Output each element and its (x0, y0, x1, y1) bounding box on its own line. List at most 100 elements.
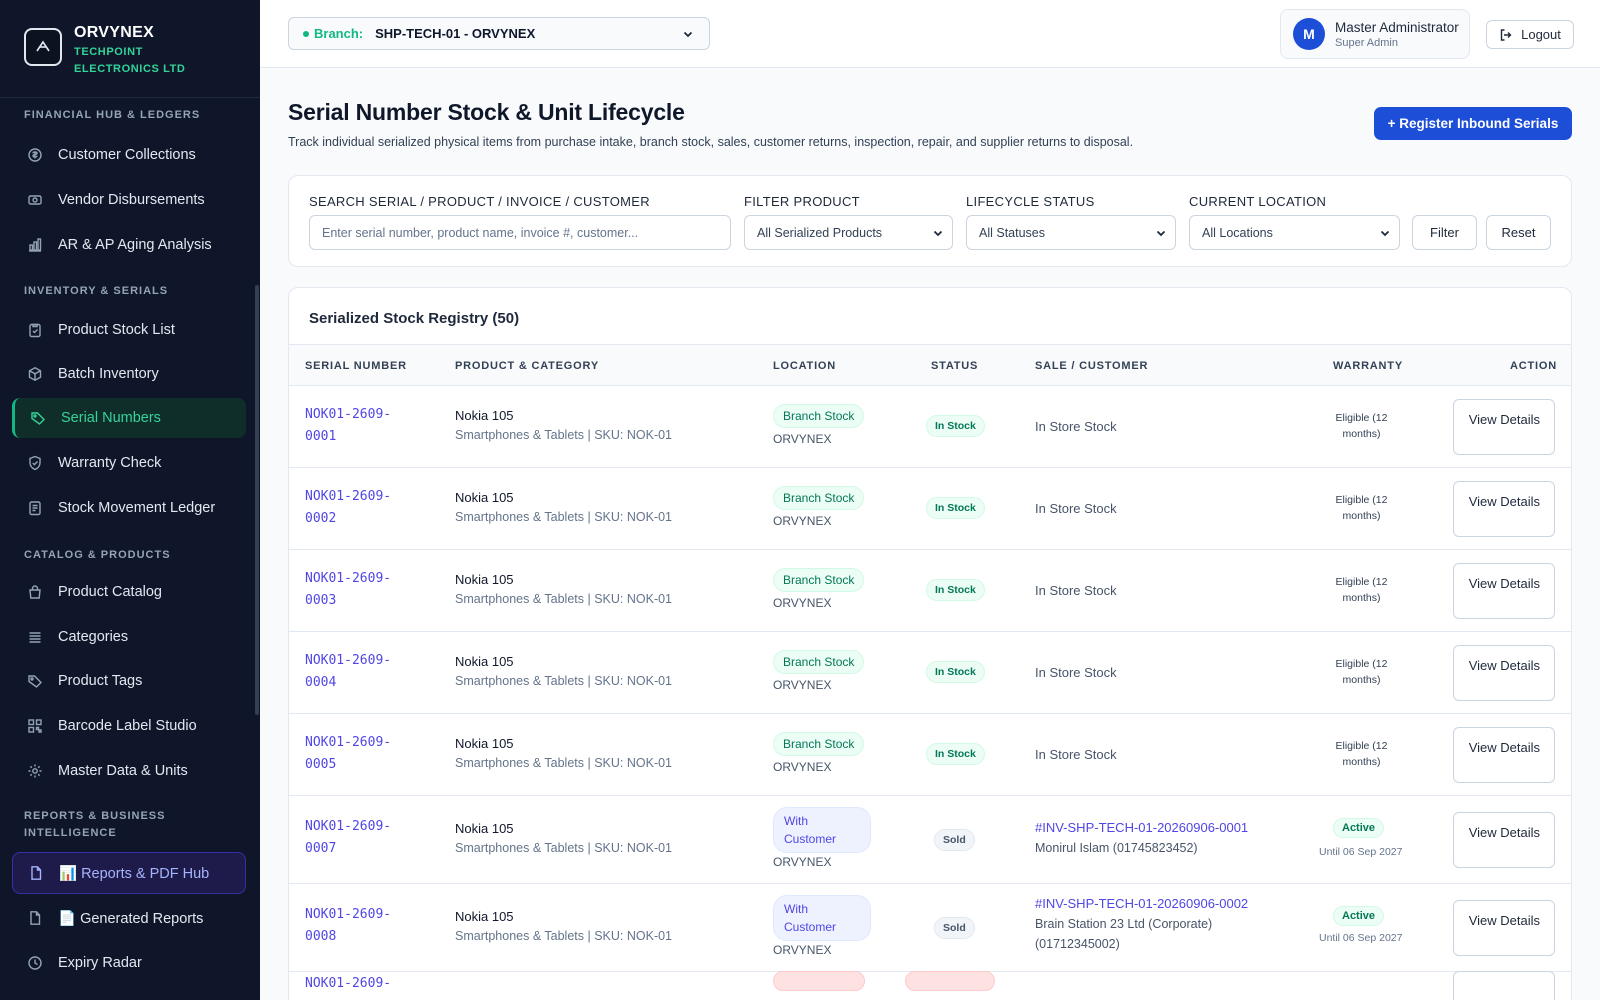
sidebar-item-label: AR & AP Aging Analysis (58, 237, 212, 253)
sidebar-item-customer-collections[interactable]: Customer Collections (12, 135, 246, 175)
brand-logo-icon (24, 28, 62, 66)
invoice-link[interactable]: #INV-SHP-TECH-01-20260906-0002 (1035, 896, 1248, 911)
serial-number-link[interactable]: NOK01-2609- 0008 (305, 904, 405, 948)
sidebar-item-label: 📊 Reports & PDF Hub (59, 865, 210, 882)
list-icon (26, 628, 44, 646)
sidebar-item-master-data-units[interactable]: Master Data & Units (12, 751, 246, 791)
user-profile-card[interactable]: M Master Administrator Super Admin (1280, 9, 1470, 59)
sidebar-item-barcode-label-studio[interactable]: Barcode Label Studio (12, 706, 246, 746)
sale-info: In Store Stock (1035, 501, 1117, 516)
serial-number-link[interactable]: NOK01-2609- 0003 (305, 568, 405, 612)
product-category: Smartphones & Tablets | SKU: NOK-01 (455, 841, 673, 855)
serial-number-link[interactable]: NOK01-2609- (305, 976, 391, 991)
sidebar-item-product-catalog[interactable]: Product Catalog (12, 572, 246, 612)
sidebar-item-categories[interactable]: Categories (12, 617, 246, 657)
table-row[interactable]: NOK01-2609- 0004 Nokia 105 Smartphones & … (289, 632, 1571, 714)
product-name: Nokia 105 (455, 654, 514, 669)
table-title: Serialized Stock Registry (50) (309, 310, 520, 327)
column-header[interactable]: PRODUCT & CATEGORY (455, 360, 599, 372)
sidebar-item-stock-movement-ledger[interactable]: Stock Movement Ledger (12, 488, 246, 528)
sidebar-item-generated-reports[interactable]: 📄 Generated Reports (12, 898, 246, 938)
column-header[interactable]: WARRANTY (1333, 360, 1403, 372)
sidebar-item-warranty-check[interactable]: Warranty Check (12, 443, 246, 483)
location-badge: With Customer (773, 895, 871, 941)
serial-number-link[interactable]: NOK01-2609- 0005 (305, 732, 405, 776)
location-badge: With Customer (773, 807, 871, 853)
table-row[interactable]: NOK01-2609- 0007 Nokia 105 Smartphones & … (289, 796, 1571, 884)
sidebar-item-vendor-disbursements[interactable]: Vendor Disbursements (12, 180, 246, 220)
sidebar-item-label: 📄 Generated Reports (58, 910, 204, 927)
location-branch: ORVYNEX (773, 760, 832, 774)
sidebar-scrollbar[interactable] (255, 285, 259, 715)
product-category: Smartphones & Tablets | SKU: NOK-01 (455, 510, 673, 524)
view-details-button[interactable] (1453, 971, 1555, 1000)
product-category: Smartphones & Tablets | SKU: NOK-01 (455, 674, 673, 688)
location-badge: Branch Stock (773, 650, 865, 674)
sidebar-item-aging-analysis[interactable]: AR & AP Aging Analysis (12, 225, 246, 265)
column-header[interactable]: STATUS (931, 360, 978, 372)
view-details-button[interactable]: View Details (1453, 900, 1555, 956)
sidebar-item-label: Warranty Check (58, 455, 162, 471)
nav-section-financial: FINANCIAL HUB & LEDGERS (24, 109, 201, 121)
view-details-button[interactable]: View Details (1453, 645, 1555, 701)
sidebar-item-reports-pdf-hub[interactable]: 📊 Reports & PDF Hub (12, 852, 246, 894)
filter-button[interactable]: Filter (1412, 215, 1477, 250)
table-row[interactable]: NOK01-2609- 0002 Nokia 105 Smartphones & … (289, 468, 1571, 550)
nav-section-inventory: INVENTORY & SERIALS (24, 285, 169, 297)
product-name: Nokia 105 (455, 736, 514, 751)
reset-button[interactable]: Reset (1486, 215, 1551, 250)
brand[interactable]: ORVYNEX TECHPOINT ELECTRONICS LTD (0, 0, 260, 98)
invoice-link[interactable]: #INV-SHP-TECH-01-20260906-0001 (1035, 820, 1248, 835)
status-badge: Sold (934, 917, 975, 939)
table-header: SERIAL NUMBER PRODUCT & CATEGORY LOCATIO… (289, 344, 1571, 386)
column-header[interactable]: SALE / CUSTOMER (1035, 360, 1148, 372)
view-details-button[interactable]: View Details (1453, 727, 1555, 783)
status-filter-select[interactable]: All Statuses (966, 215, 1176, 250)
branch-selector[interactable]: Branch: SHP-TECH-01 - ORVYNEX (288, 17, 710, 50)
serial-number-link[interactable]: NOK01-2609- 0002 (305, 486, 405, 530)
sale-info: In Store Stock (1035, 583, 1117, 598)
product-name: Nokia 105 (455, 490, 514, 505)
location-filter-select[interactable]: All Locations (1189, 215, 1400, 250)
sidebar-item-serial-numbers[interactable]: Serial Numbers (12, 398, 246, 438)
table-row[interactable]: NOK01-2609- 0005 Nokia 105 Smartphones & … (289, 714, 1571, 796)
view-details-button[interactable]: View Details (1453, 812, 1555, 868)
product-name: Nokia 105 (455, 408, 514, 423)
view-details-button[interactable]: View Details (1453, 481, 1555, 537)
product-filter-select[interactable]: All Serialized Products (744, 215, 953, 250)
view-details-button[interactable]: View Details (1453, 563, 1555, 619)
column-header[interactable]: SERIAL NUMBER (305, 360, 407, 372)
serial-number-link[interactable]: NOK01-2609- 0007 (305, 816, 405, 860)
bag-icon (26, 583, 44, 601)
table-row[interactable]: NOK01-2609- 0001 Nokia 105 Smartphones & … (289, 386, 1571, 468)
location-badge: Branch Stock (773, 404, 865, 428)
logout-button[interactable]: Logout (1486, 20, 1574, 49)
search-input[interactable]: Enter serial number, product name, invoi… (309, 215, 731, 250)
sidebar-item-product-tags[interactable]: Product Tags (12, 661, 246, 701)
warranty-status-badge: Active (1333, 906, 1385, 926)
chevron-down-icon (683, 31, 693, 38)
register-inbound-serials-button[interactable]: + Register Inbound Serials (1374, 107, 1572, 140)
sidebar-item-batch-inventory[interactable]: Batch Inventory (12, 354, 246, 394)
sidebar-item-expiry-radar[interactable]: Expiry Radar (12, 943, 246, 983)
nav-section-catalog: CATALOG & PRODUCTS (24, 549, 171, 561)
filter-panel: SEARCH SERIAL / PRODUCT / INVOICE / CUST… (288, 175, 1572, 267)
location-branch: ORVYNEX (773, 943, 832, 957)
column-header[interactable]: LOCATION (773, 360, 836, 372)
product-filter-label: FILTER PRODUCT (744, 194, 860, 209)
view-details-button[interactable]: View Details (1453, 399, 1555, 455)
table-row[interactable]: NOK01-2609- 0003 Nokia 105 Smartphones & … (289, 550, 1571, 632)
product-category: Smartphones & Tablets | SKU: NOK-01 (455, 756, 673, 770)
column-header[interactable]: ACTION (1510, 360, 1557, 372)
coin-icon (26, 146, 44, 164)
document-icon (27, 864, 45, 882)
sidebar-item-label: Expiry Radar (58, 955, 142, 971)
location-badge: Branch Stock (773, 568, 865, 592)
table-row[interactable]: NOK01-2609- 0008 Nokia 105 Smartphones & … (289, 884, 1571, 972)
sidebar-item-product-stock-list[interactable]: Product Stock List (12, 310, 246, 350)
serial-number-link[interactable]: NOK01-2609- 0004 (305, 650, 405, 694)
brand-name: ORVYNEX (74, 24, 155, 41)
status-filter-value: All Statuses (979, 225, 1046, 240)
bar-chart-icon (26, 236, 44, 254)
serial-number-link[interactable]: NOK01-2609- 0001 (305, 404, 405, 448)
